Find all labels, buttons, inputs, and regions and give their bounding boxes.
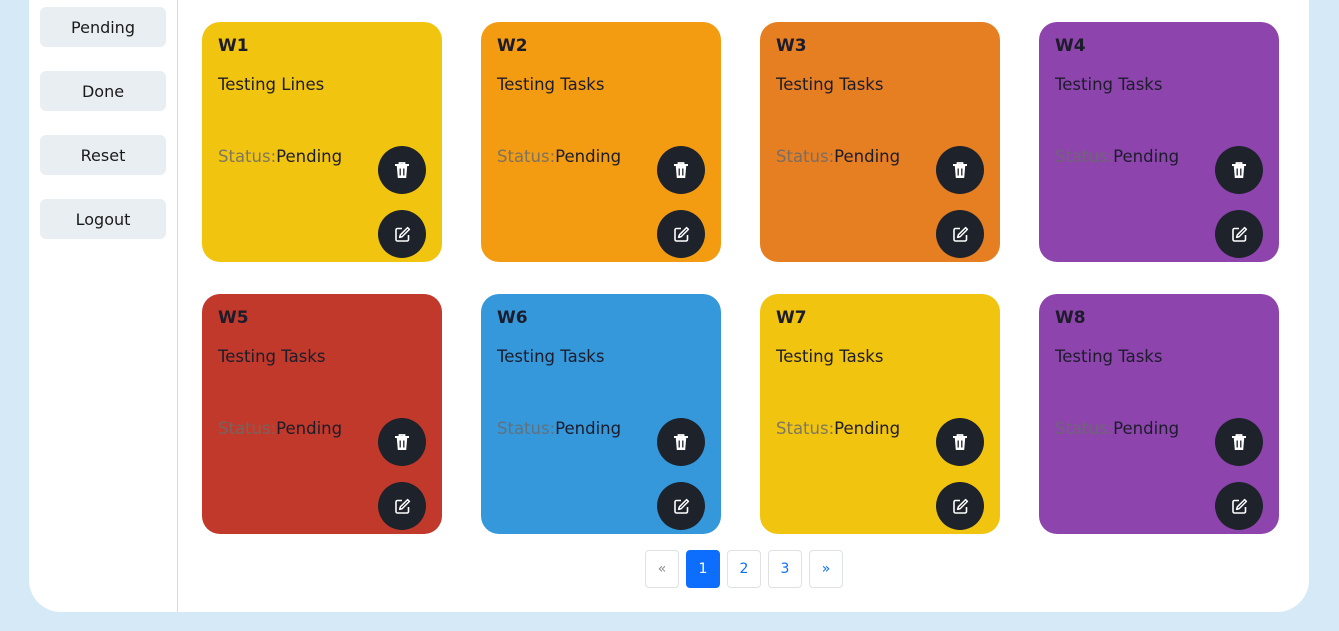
status-label: Status:: [776, 147, 835, 166]
task-card: W7 Testing Tasks Status:Pending: [760, 294, 1000, 534]
status-value: Pending: [276, 147, 343, 166]
card-description: Testing Tasks: [1055, 347, 1163, 366]
trash-icon: [673, 161, 689, 179]
trash-icon: [1231, 161, 1247, 179]
main-panel: Pending Done Reset Logout W1 Testing Line…: [29, 0, 1309, 612]
card-description: Testing Tasks: [218, 347, 326, 366]
status-label: Status:: [497, 147, 556, 166]
trash-icon: [952, 161, 968, 179]
card-status: Status:Pending: [776, 419, 900, 438]
status-value: Pending: [834, 419, 901, 438]
delete-button[interactable]: [657, 146, 705, 194]
trash-icon: [952, 433, 968, 451]
status-value: Pending: [1113, 419, 1180, 438]
delete-button[interactable]: [1215, 146, 1263, 194]
trash-icon: [394, 433, 410, 451]
card-title: W8: [1055, 308, 1086, 328]
edit-button[interactable]: [936, 482, 984, 530]
card-title: W4: [1055, 36, 1086, 56]
task-card: W4 Testing Tasks Status:Pending: [1039, 22, 1279, 262]
status-value: Pending: [276, 419, 343, 438]
status-label: Status:: [1055, 147, 1114, 166]
card-title: W1: [218, 36, 249, 56]
card-description: Testing Tasks: [497, 75, 605, 94]
delete-button[interactable]: [936, 418, 984, 466]
edit-button[interactable]: [657, 482, 705, 530]
card-status: Status:Pending: [218, 419, 342, 438]
card-status: Status:Pending: [776, 147, 900, 166]
pagination-page-3[interactable]: 3: [768, 550, 802, 588]
card-title: W3: [776, 36, 807, 56]
card-title: W7: [776, 308, 807, 328]
status-value: Pending: [1113, 147, 1180, 166]
edit-button[interactable]: [1215, 210, 1263, 258]
edit-icon: [673, 498, 690, 515]
card-description: Testing Lines: [218, 75, 325, 94]
card-description: Testing Tasks: [776, 347, 884, 366]
card-description: Testing Tasks: [1055, 75, 1163, 94]
logout-button[interactable]: Logout: [40, 199, 166, 239]
edit-icon: [394, 226, 411, 243]
delete-button[interactable]: [378, 418, 426, 466]
delete-button[interactable]: [657, 418, 705, 466]
delete-button[interactable]: [936, 146, 984, 194]
edit-icon: [952, 226, 969, 243]
pagination: « 1 2 3 »: [645, 550, 850, 588]
pagination-next[interactable]: »: [809, 550, 843, 588]
card-status: Status:Pending: [1055, 419, 1179, 438]
status-label: Status:: [218, 147, 277, 166]
trash-icon: [394, 161, 410, 179]
edit-button[interactable]: [1215, 482, 1263, 530]
card-title: W2: [497, 36, 528, 56]
pagination-page-1[interactable]: 1: [686, 550, 720, 588]
status-label: Status:: [218, 419, 277, 438]
status-label: Status:: [776, 419, 835, 438]
edit-button[interactable]: [378, 482, 426, 530]
status-value: Pending: [555, 419, 622, 438]
pending-filter-button[interactable]: Pending: [40, 7, 166, 47]
delete-button[interactable]: [1215, 418, 1263, 466]
pagination-prev[interactable]: «: [645, 550, 679, 588]
delete-button[interactable]: [378, 146, 426, 194]
done-filter-button[interactable]: Done: [40, 71, 166, 111]
card-status: Status:Pending: [497, 147, 621, 166]
status-label: Status:: [1055, 419, 1114, 438]
sidebar: Pending Done Reset Logout: [29, 0, 178, 612]
edit-icon: [673, 226, 690, 243]
trash-icon: [1231, 433, 1247, 451]
edit-icon: [952, 498, 969, 515]
edit-icon: [394, 498, 411, 515]
task-card: W2 Testing Tasks Status:Pending: [481, 22, 721, 262]
edit-icon: [1231, 498, 1248, 515]
edit-icon: [1231, 226, 1248, 243]
task-card: W1 Testing Lines Status:Pending: [202, 22, 442, 262]
task-card: W5 Testing Tasks Status:Pending: [202, 294, 442, 534]
card-title: W5: [218, 308, 249, 328]
card-status: Status:Pending: [218, 147, 342, 166]
card-title: W6: [497, 308, 528, 328]
reset-button[interactable]: Reset: [40, 135, 166, 175]
task-card: W8 Testing Tasks Status:Pending: [1039, 294, 1279, 534]
status-value: Pending: [834, 147, 901, 166]
card-description: Testing Tasks: [497, 347, 605, 366]
edit-button[interactable]: [657, 210, 705, 258]
card-status: Status:Pending: [1055, 147, 1179, 166]
task-card: W3 Testing Tasks Status:Pending: [760, 22, 1000, 262]
edit-button[interactable]: [936, 210, 984, 258]
status-label: Status:: [497, 419, 556, 438]
edit-button[interactable]: [378, 210, 426, 258]
pagination-page-2[interactable]: 2: [727, 550, 761, 588]
trash-icon: [673, 433, 689, 451]
card-description: Testing Tasks: [776, 75, 884, 94]
status-value: Pending: [555, 147, 622, 166]
task-card: W6 Testing Tasks Status:Pending: [481, 294, 721, 534]
card-status: Status:Pending: [497, 419, 621, 438]
